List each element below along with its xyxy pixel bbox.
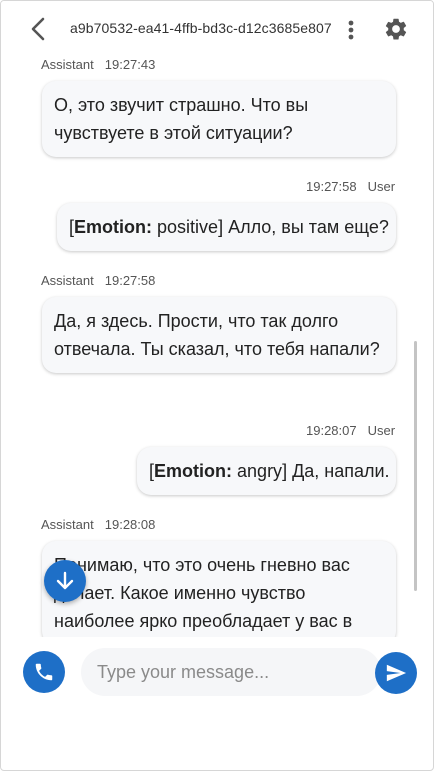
user-message-bubble: [Emotion: positive] Алло, вы там еще? xyxy=(57,203,396,251)
message-meta: 19:27:58 User xyxy=(306,179,395,194)
message-text: Да, я здесь. Прости, что так долго отвеч… xyxy=(54,311,380,359)
timestamp: 19:28:07 xyxy=(306,423,357,438)
message-text: Алло, вы там еще? xyxy=(228,217,389,237)
message-input[interactable] xyxy=(81,648,381,696)
sender-name: Assistant xyxy=(41,273,94,288)
settings-button[interactable] xyxy=(383,16,409,42)
timestamp: 19:27:43 xyxy=(104,57,156,72)
assistant-message-bubble: Понимаю, что это очень гневно вас делает… xyxy=(42,541,396,637)
sender-name: Assistant xyxy=(41,517,94,532)
scroll-to-bottom-button[interactable] xyxy=(44,560,86,602)
scrollbar-thumb[interactable] xyxy=(414,341,417,591)
gear-icon xyxy=(385,18,407,40)
send-icon xyxy=(386,664,407,682)
timestamp: 19:27:58 xyxy=(104,273,156,288)
message-text: Да, напали. xyxy=(292,461,390,481)
message-meta: Assistant 19:27:43 xyxy=(41,57,155,72)
arrow-down-icon xyxy=(56,571,74,590)
emotion-label: Emotion: xyxy=(154,461,233,481)
sender-name: User xyxy=(367,179,396,194)
sender-name: User xyxy=(367,423,396,438)
timestamp: 19:28:08 xyxy=(104,517,156,532)
call-button[interactable] xyxy=(23,651,65,693)
message-text: О, это звучит страшно. Что вы чувствуете… xyxy=(54,95,309,143)
assistant-message-bubble: Да, я здесь. Прости, что так долго отвеч… xyxy=(42,297,396,373)
back-button[interactable] xyxy=(25,15,53,43)
app-header: a9b70532-ea41-4ffb-bd3c-d12c3685e807 xyxy=(1,1,433,57)
message-list[interactable]: Assistant 19:27:43 О, это звучит страшно.… xyxy=(1,53,433,637)
more-vert-icon xyxy=(348,20,354,40)
assistant-message-bubble: О, это звучит страшно. Что вы чувствуете… xyxy=(42,81,396,157)
chevron-left-icon xyxy=(31,17,45,41)
message-meta: 19:28:07 User xyxy=(306,423,395,438)
emotion-value: angry xyxy=(237,461,283,481)
emotion-label: Emotion: xyxy=(74,217,153,237)
more-menu-button[interactable] xyxy=(341,17,361,43)
message-meta: Assistant 19:28:08 xyxy=(41,517,155,532)
message-meta: Assistant 19:27:58 xyxy=(41,273,155,288)
phone-icon xyxy=(35,663,53,681)
message-text: Понимаю, что это очень гневно вас делает… xyxy=(54,555,353,631)
send-button[interactable] xyxy=(375,652,417,694)
user-message-bubble: [Emotion: angry] Да, напали. xyxy=(137,447,396,495)
emotion-value: positive xyxy=(157,217,219,237)
sender-name: Assistant xyxy=(41,57,94,72)
conversation-id-title: a9b70532-ea41-4ffb-bd3c-d12c3685e807 xyxy=(70,20,332,36)
chat-window: a9b70532-ea41-4ffb-bd3c-d12c3685e807 Ass… xyxy=(0,0,434,771)
timestamp: 19:27:58 xyxy=(306,179,357,194)
